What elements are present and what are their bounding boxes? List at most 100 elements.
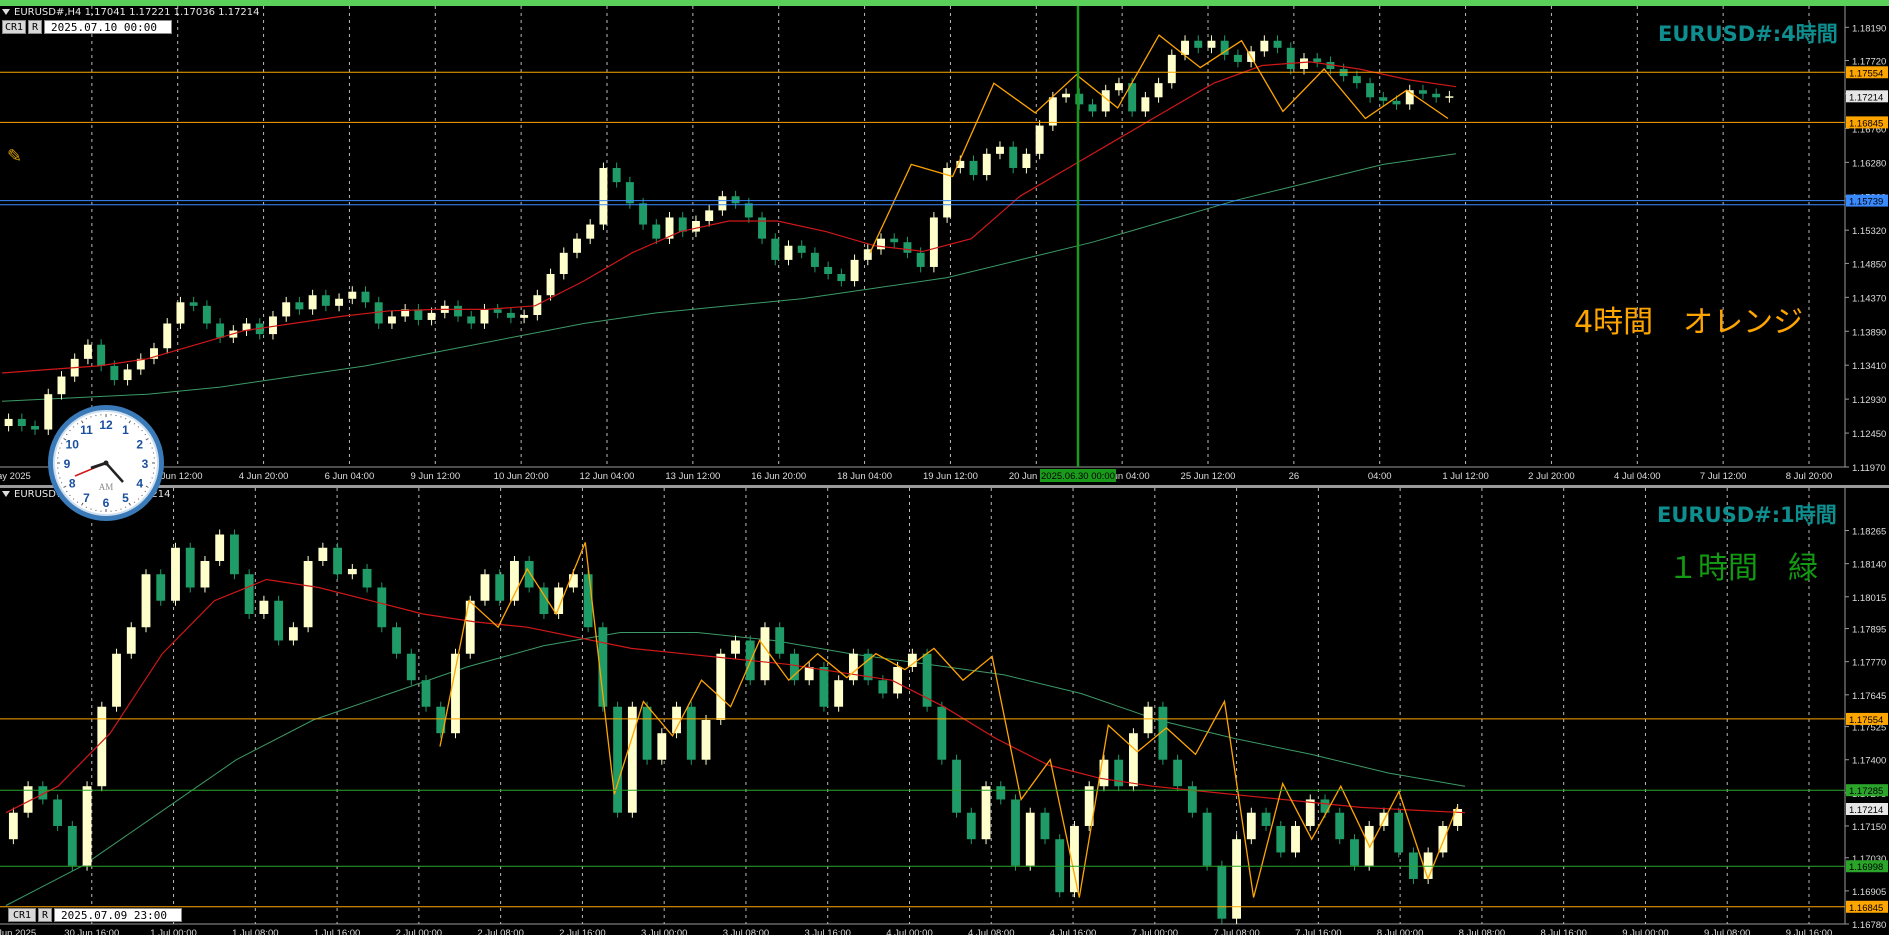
bear-candle bbox=[819, 666, 829, 707]
bull-candle bbox=[1143, 706, 1153, 734]
bear-candle bbox=[639, 203, 648, 225]
bull-candle bbox=[627, 706, 637, 813]
bull-candle bbox=[716, 653, 726, 720]
bear-candle bbox=[1379, 97, 1388, 101]
clock-face: 12 12 3 45678 9 1011 AM bbox=[57, 414, 155, 512]
clock-tick bbox=[63, 485, 67, 488]
bear-candle bbox=[890, 238, 899, 243]
ma-slow-line bbox=[5, 632, 1466, 906]
x-tick-label: 04:00 bbox=[1368, 471, 1392, 482]
bull-candle bbox=[804, 666, 814, 681]
x-tick-label: 19 Jun 12:00 bbox=[923, 471, 978, 482]
clock-hour-label: 3 bbox=[142, 457, 149, 471]
clock-tick bbox=[69, 494, 71, 497]
bull-candle bbox=[657, 733, 667, 760]
bear-candle bbox=[185, 547, 195, 588]
bear-candle bbox=[771, 238, 780, 260]
clock-tick bbox=[133, 501, 136, 503]
bull-candle bbox=[1048, 97, 1057, 126]
x-tick-label: 9 Jul 00:00 bbox=[1622, 928, 1668, 935]
bear-candle bbox=[1313, 58, 1322, 62]
h1-date-box[interactable]: 2025.07.09 23:00 bbox=[54, 908, 182, 922]
bull-candle bbox=[929, 217, 938, 267]
bull-candle bbox=[44, 394, 53, 430]
bear-candle bbox=[837, 274, 846, 282]
clock-hour-label: 8 bbox=[69, 477, 76, 491]
h4-cr1-button[interactable]: CR1 bbox=[2, 20, 26, 34]
bull-candle bbox=[731, 640, 740, 654]
x-tick-label: 4 Jul 08:00 bbox=[968, 928, 1014, 935]
bull-candle bbox=[171, 547, 180, 601]
bull-candle bbox=[318, 547, 328, 561]
h1-chart-pane[interactable]: 27 Jun 2025 30 Jun 16:00 1 Jul 00:00 1 Jul … bbox=[0, 488, 1889, 935]
bull-candle bbox=[308, 295, 317, 310]
bull-candle bbox=[269, 316, 277, 335]
x-tick-label: 27 Jun 2025 bbox=[0, 928, 36, 935]
bear-candle bbox=[613, 706, 623, 813]
h4-chart-pane[interactable]: 8 May 2025303 Jun 12:004 Jun 20:006 Jun … bbox=[0, 6, 1889, 485]
bear-candle bbox=[1261, 812, 1271, 826]
y-tick-label: 1.18015 bbox=[1852, 593, 1886, 604]
clock-tick bbox=[141, 429, 143, 432]
x-tick-label: 13 Jun 12:00 bbox=[665, 471, 720, 482]
bull-candle bbox=[691, 221, 700, 232]
bear-candle bbox=[202, 305, 211, 324]
pencil-tool-icon[interactable]: ✎ bbox=[7, 146, 22, 167]
bull-candle bbox=[1062, 93, 1071, 98]
bear-candle bbox=[1233, 54, 1242, 62]
bull-candle bbox=[1022, 153, 1031, 168]
x-tick-label: 10 Jun 20:00 bbox=[494, 471, 549, 482]
clock-tick bbox=[137, 426, 140, 428]
bull-candle bbox=[123, 369, 132, 381]
clock-tick bbox=[128, 420, 131, 424]
h4-symbol-info: EURUSD#,H4 1.17041 1.17221 1.17036 1.172… bbox=[2, 7, 260, 18]
bull-candle bbox=[1114, 83, 1123, 91]
h1-cr1-button[interactable]: CR1 bbox=[8, 908, 36, 922]
bear-candle bbox=[421, 680, 431, 707]
h4-date-box[interactable]: 2025.07.10 00:00 bbox=[44, 20, 172, 34]
x-tick-label: 3 Jul 08:00 bbox=[723, 928, 769, 935]
bull-candle bbox=[893, 666, 903, 694]
bull-candle bbox=[1291, 825, 1300, 853]
x-tick-label: 2 Jul 20:00 bbox=[1528, 471, 1574, 482]
y-tick-label: 1.13410 bbox=[1852, 361, 1886, 372]
last-price-label: 1.17214 bbox=[1849, 805, 1883, 816]
h1-r-button[interactable]: R bbox=[38, 908, 52, 922]
bull-candle bbox=[427, 312, 436, 320]
bear-candle bbox=[1276, 825, 1286, 853]
bear-candle bbox=[97, 344, 106, 366]
bear-candle bbox=[31, 426, 40, 430]
bear-candle bbox=[731, 196, 740, 204]
bull-candle bbox=[996, 146, 1004, 154]
bull-candle bbox=[850, 259, 859, 282]
h4-r-button[interactable]: R bbox=[28, 20, 42, 34]
clock-tick bbox=[69, 429, 71, 432]
clock-tick bbox=[81, 502, 84, 506]
clock-minute-hand bbox=[105, 462, 124, 483]
dropdown-triangle-icon[interactable] bbox=[2, 9, 10, 15]
x-tick-label: 9 Jul 08:00 bbox=[1704, 928, 1750, 935]
bull-candle bbox=[141, 574, 151, 628]
clock-center bbox=[103, 460, 109, 466]
bull-candle bbox=[57, 376, 66, 395]
clock-hour-label: 9 bbox=[64, 457, 71, 471]
clock-hour-label: 1 bbox=[122, 423, 129, 437]
dropdown-triangle-icon[interactable] bbox=[2, 491, 10, 497]
bull-candle bbox=[259, 600, 269, 614]
bull-candle bbox=[705, 210, 714, 221]
bear-candle bbox=[230, 534, 239, 575]
bull-candle bbox=[1128, 733, 1138, 787]
bull-candle bbox=[573, 238, 581, 253]
h1-chart-svg[interactable]: 27 Jun 2025 30 Jun 16:00 1 Jul 00:00 1 Jul … bbox=[0, 488, 1889, 935]
bear-candle bbox=[775, 627, 785, 654]
bear-candle bbox=[1408, 852, 1418, 879]
level-price-label: 1.17285 bbox=[1849, 786, 1883, 797]
h4-chart-svg[interactable]: 8 May 2025303 Jun 12:004 Jun 20:006 Jun … bbox=[0, 6, 1889, 485]
level-price-label: 1.16845 bbox=[1849, 118, 1883, 129]
bull-candle bbox=[335, 298, 344, 306]
bull-candle bbox=[4, 418, 13, 426]
h4-chart-title: EURUSD#:4時間 bbox=[1658, 22, 1838, 46]
y-tick-label: 1.17720 bbox=[1852, 57, 1886, 68]
bull-candle bbox=[877, 238, 885, 250]
bear-candle bbox=[903, 242, 912, 253]
